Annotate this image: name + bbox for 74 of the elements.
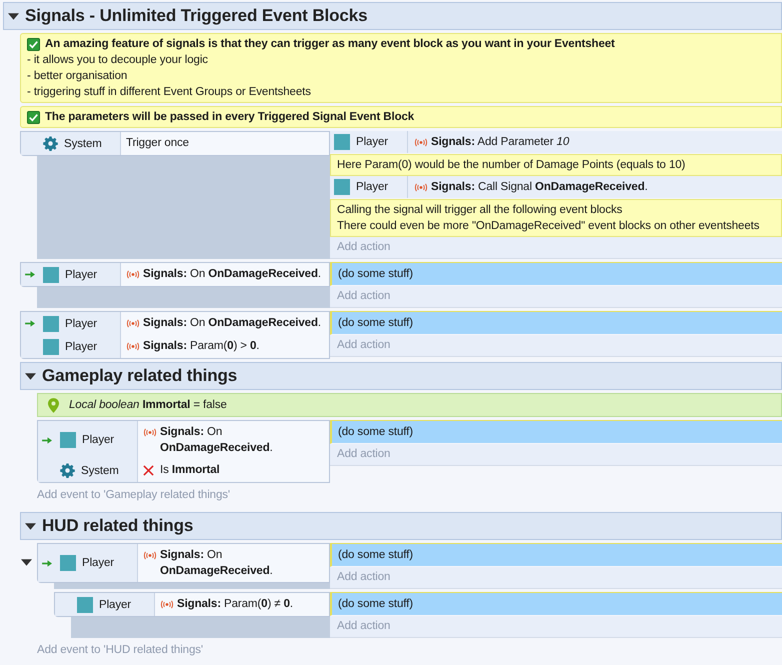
group-title: Signals - Unlimited Triggered Event Blocks (25, 6, 368, 26)
comment-line: Here Param(0) would be the number of Damage Points (equals to 10) (337, 158, 686, 173)
signal-icon (126, 319, 140, 328)
action-text: (do some stuff) (338, 268, 413, 280)
object-name: Player (356, 135, 388, 150)
condition-text: Signals: On OnDamageReceived. (160, 548, 274, 579)
condition-text: Signals: Param(0) > 0. (143, 339, 260, 354)
signal-icon (126, 270, 140, 279)
group-title: HUD related things (42, 516, 194, 536)
comment-line: - it allows you to decouple your logic (27, 53, 209, 68)
condition-text: Signals: On OnDamageReceived. (143, 316, 322, 331)
sprite-icon (43, 316, 59, 332)
variable-row[interactable]: Local boolean Immortal = false (37, 393, 782, 417)
sprite-icon (43, 266, 59, 282)
action-row[interactable]: (do some stuff) (330, 543, 782, 567)
comment-line: - better organisation (27, 69, 128, 84)
sprite-icon (43, 338, 59, 354)
action-text: Signals: Add Parameter 10 (431, 136, 570, 148)
condition-block[interactable]: Player Signals: On OnDamageReceived. Player Signals: Param(0) > 0. (20, 311, 330, 359)
variable-text: Local boolean Immortal = false (69, 398, 227, 413)
signal-icon (143, 428, 157, 437)
comment-line: There could even be more "OnDamageReceived" event blocks on other eventsheets (337, 219, 760, 234)
object-name: Player (65, 316, 97, 332)
action-row[interactable]: (do some stuff) (330, 420, 782, 444)
object-name: Player (65, 340, 97, 354)
object-name: Player (82, 433, 114, 448)
expand-toggle-icon[interactable] (25, 370, 36, 382)
signal-icon (160, 600, 174, 609)
object-name: System (81, 464, 119, 478)
pin-icon (48, 398, 59, 412)
object-name: Player (65, 268, 97, 282)
action-row[interactable]: (do some stuff) (330, 592, 782, 616)
condition-text: Signals: On OnDamageReceived. (143, 267, 322, 282)
expand-toggle-icon[interactable] (25, 520, 36, 532)
comment-heading: An amazing feature of signals is that they can trigger as many event block as you want in your Eventsheet (45, 37, 615, 52)
comment-line: - triggering stuff in different Event Groups or Eventsheets (27, 85, 312, 100)
comment-line: Calling the signal will trigger all the following event blocks (337, 203, 624, 218)
action-text: (do some stuff) (338, 426, 413, 438)
condition-text: Signals: On OnDamageReceived. (160, 425, 274, 456)
sprite-icon (60, 432, 76, 448)
gear-icon (43, 136, 58, 151)
condition-text: Is Immortal (160, 463, 221, 478)
signal-icon (414, 138, 428, 146)
sprite-icon (60, 555, 76, 571)
condition-block[interactable]: Player Signals: On OnDamageReceived. (37, 543, 330, 583)
signal-icon (414, 182, 428, 192)
object-name: Player (356, 180, 388, 195)
object-name: Player (99, 598, 131, 612)
action-row[interactable]: (do some stuff) (330, 311, 782, 335)
condition-text: Trigger once (126, 136, 190, 151)
action-row[interactable]: Player Signals: Add Parameter 10 (330, 131, 782, 154)
action-text: (do some stuff) (338, 598, 413, 610)
sprite-icon (334, 179, 350, 195)
condition-text: Signals: Param(0) ≠ 0. (177, 597, 294, 612)
expand-toggle-icon[interactable] (8, 10, 19, 22)
sprite-icon (77, 596, 93, 612)
signal-icon (126, 342, 140, 351)
comment-heading: The parameters will be passed in every Triggered Signal Event Block (45, 110, 414, 125)
action-row[interactable]: Player Signals: Call Signal OnDamageReceived. (330, 176, 782, 199)
sprite-icon (334, 134, 350, 150)
gear-icon (60, 463, 75, 478)
action-text: Signals: Call Signal OnDamageReceived. (431, 181, 648, 193)
expand-toggle-icon[interactable] (21, 557, 32, 568)
condition-block[interactable]: Player Signals: On OnDamageReceived. System Is Immortal (37, 420, 330, 483)
signal-icon (143, 551, 157, 560)
action-text: (do some stuff) (338, 317, 413, 329)
object-name: Player (82, 556, 114, 571)
object-name: System (64, 136, 102, 152)
condition-block[interactable]: System Trigger once (20, 131, 330, 156)
action-text: (do some stuff) (338, 549, 413, 561)
condition-block[interactable]: Player Signals: On OnDamageReceived. (20, 262, 330, 287)
group-title: Gameplay related things (42, 366, 238, 386)
condition-block[interactable]: Player Signals: Param(0) ≠ 0. (54, 592, 330, 617)
action-row[interactable]: (do some stuff) (330, 262, 782, 286)
